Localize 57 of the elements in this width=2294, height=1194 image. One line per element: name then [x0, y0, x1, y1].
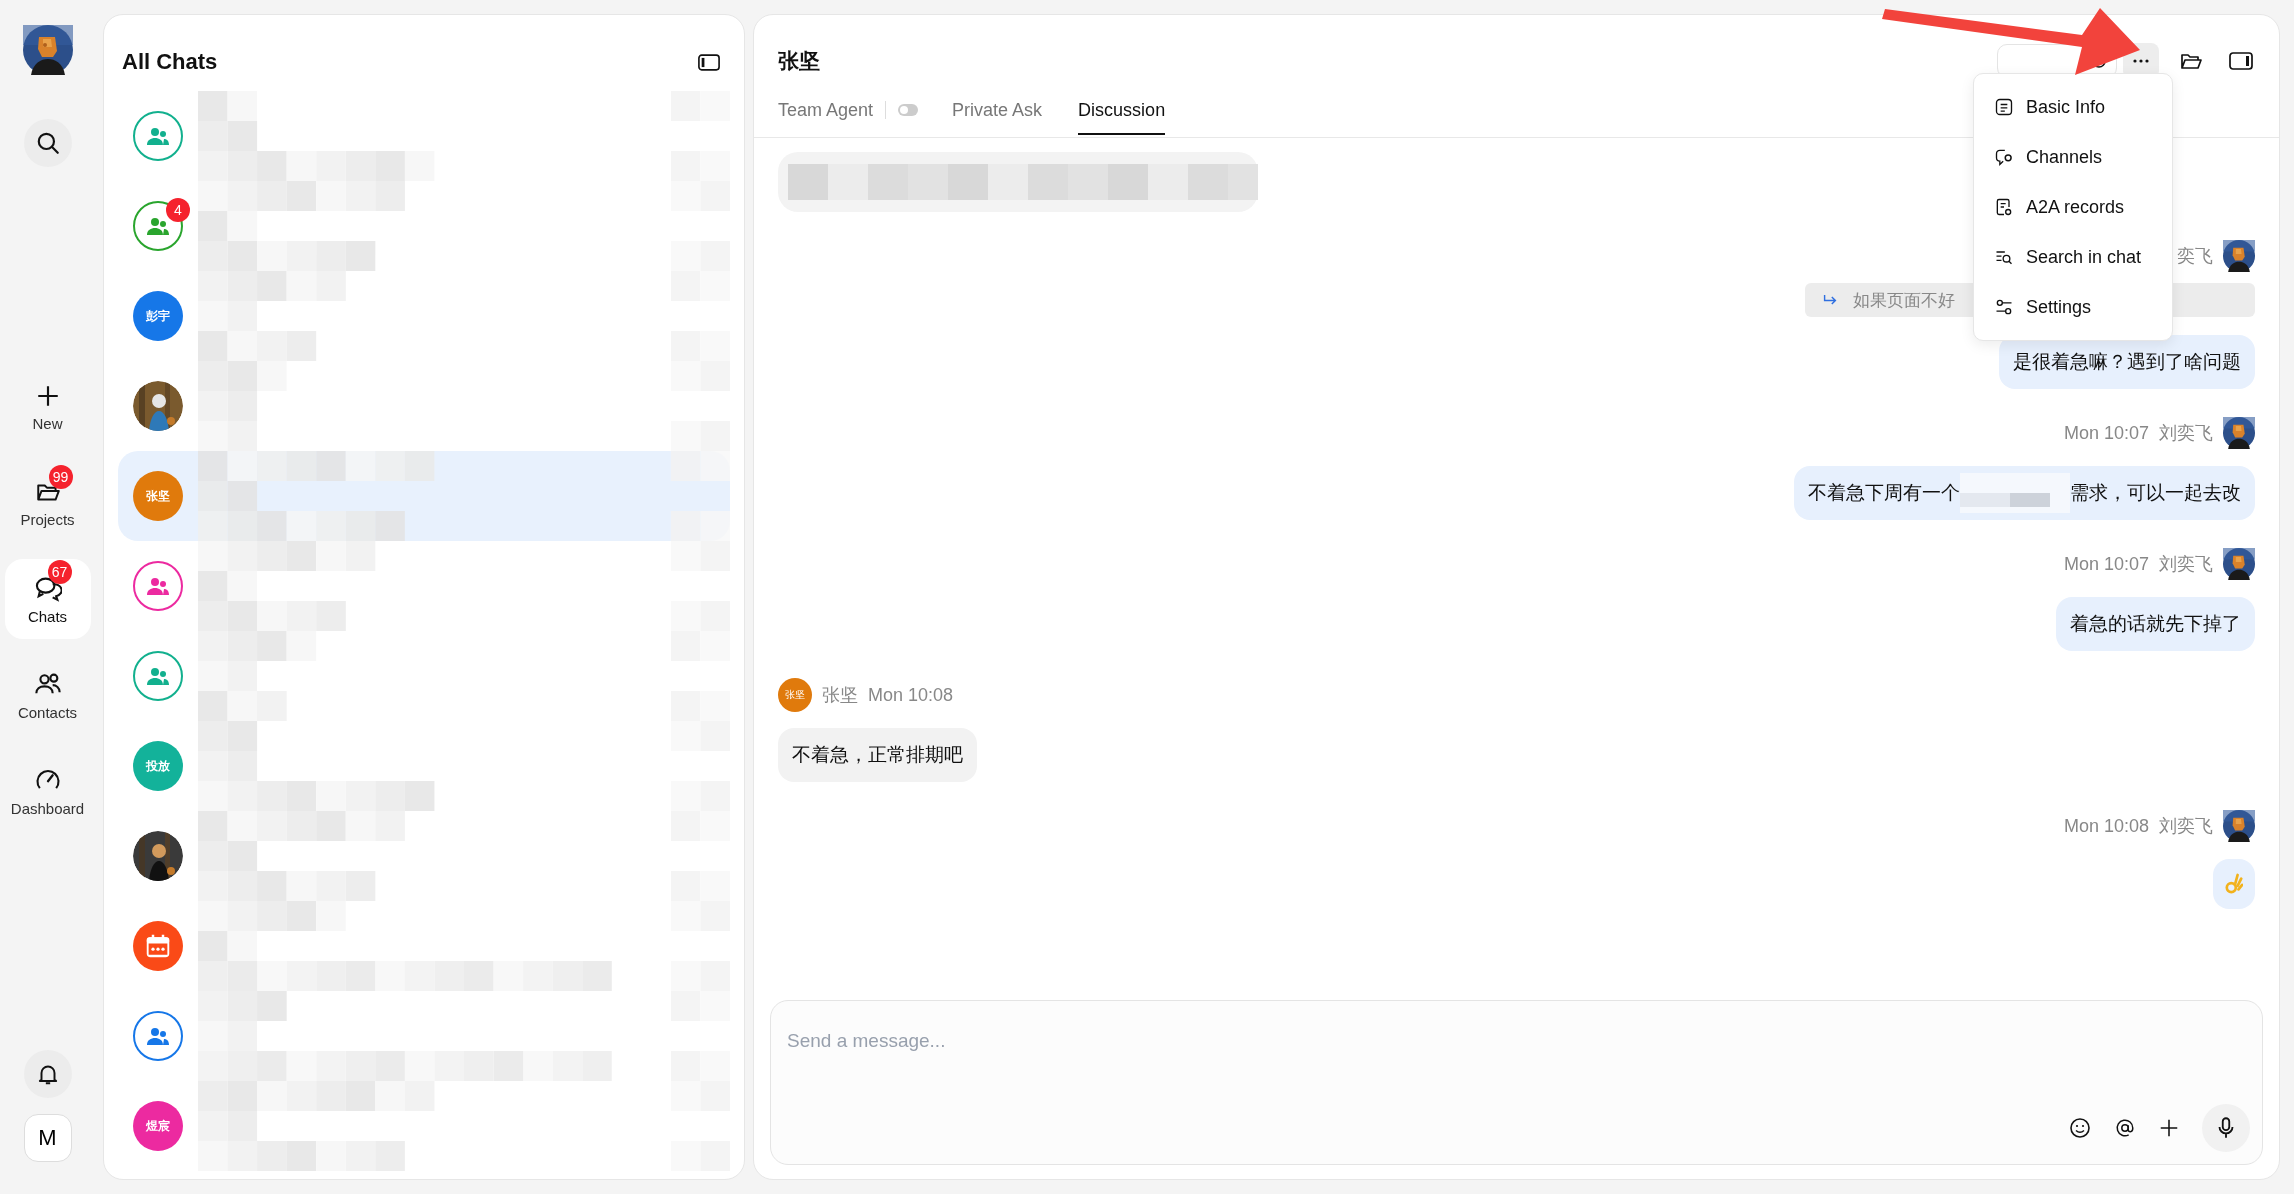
microphone-button[interactable] — [2202, 1104, 2250, 1152]
tab[interactable]: Discussion — [1078, 85, 1166, 135]
menu-item[interactable]: Search in chat — [1982, 232, 2164, 282]
tab[interactable]: Team Agent — [778, 85, 874, 135]
nav-item[interactable]: 99 Projects — [4, 463, 91, 543]
emoji-icon[interactable] — [2068, 1116, 2092, 1140]
nav-item[interactable]: New — [4, 367, 91, 447]
settings-icon — [1994, 297, 2014, 317]
message-time: Mon 10:07 — [2063, 553, 2149, 575]
more-icon — [2133, 59, 2149, 63]
chat-list-item[interactable]: 煜宸 — [118, 1081, 730, 1171]
message-bubble: 是很着急嘛？遇到了啥问题 — [1999, 335, 2255, 389]
chat-list-item[interactable]: 4 — [118, 181, 730, 271]
unread-badge: 99 — [48, 464, 73, 489]
document-icon — [1994, 197, 2014, 217]
initials-avatar: 投放 — [133, 741, 183, 791]
message-text: 需求，可以一起去改 — [2070, 481, 2241, 505]
menu-item[interactable]: Channels — [1982, 132, 2164, 182]
sender-name: 刘奕飞 — [2159, 422, 2213, 445]
search-button[interactable] — [23, 119, 72, 167]
nav-item[interactable]: 67 Chats — [4, 559, 91, 639]
initials-avatar: 煜宸 — [133, 1101, 183, 1151]
unread-badge: 67 — [47, 559, 72, 584]
sender-name: 刘奕飞 — [2159, 553, 2213, 576]
side-panel-icon — [2229, 52, 2253, 70]
initials-avatar: 张坚 — [778, 678, 812, 712]
menu-item[interactable]: Basic Info — [1982, 82, 2164, 132]
sidebar-toggle-icon[interactable] — [698, 53, 720, 71]
list-icon — [1994, 97, 2014, 117]
nav-item[interactable]: Dashboard — [4, 751, 91, 831]
plus-icon[interactable] — [2158, 1117, 2180, 1139]
tab[interactable]: Private Ask — [952, 85, 1043, 135]
message-text: 不着急下周有一个 — [1808, 481, 1960, 505]
notifications-button[interactable] — [23, 1050, 72, 1098]
message-bubble: 着急的话就先下掉了 — [2056, 597, 2255, 651]
sender-name: 张坚 — [822, 684, 858, 707]
initials-avatar: 张坚 — [133, 471, 183, 521]
sender-name: 奕飞 — [2177, 245, 2213, 268]
user-button[interactable]: M — [23, 1114, 72, 1162]
message-time: Mon 10:07 — [2063, 422, 2149, 444]
chat-gear-icon — [1994, 147, 2014, 167]
initials-avatar: 彭宇 — [133, 291, 183, 341]
chat-list-item[interactable]: 彭宇 — [118, 271, 730, 361]
message-time: Mon 10:08 — [2063, 815, 2149, 837]
chat-title: 张坚 — [778, 48, 820, 74]
menu-item[interactable]: A2A records — [1982, 182, 2164, 232]
unread-badge: 4 — [166, 198, 190, 222]
panel-title: All Chats — [122, 49, 218, 75]
mention-icon[interactable] — [2114, 1117, 2136, 1139]
nav-item[interactable]: Contacts — [4, 655, 91, 735]
message-bubble: 不着急，正常排期吧 — [778, 728, 977, 782]
message-time: Mon 10:08 — [868, 684, 954, 706]
ok-hand-icon — [2225, 873, 2243, 895]
toggle-switch[interactable] — [898, 104, 919, 116]
sender-name: 刘奕飞 — [2159, 815, 2213, 838]
quote-text: 如果页面不好 — [1853, 289, 1955, 312]
message-input[interactable]: Send a message... — [785, 1029, 2250, 1053]
